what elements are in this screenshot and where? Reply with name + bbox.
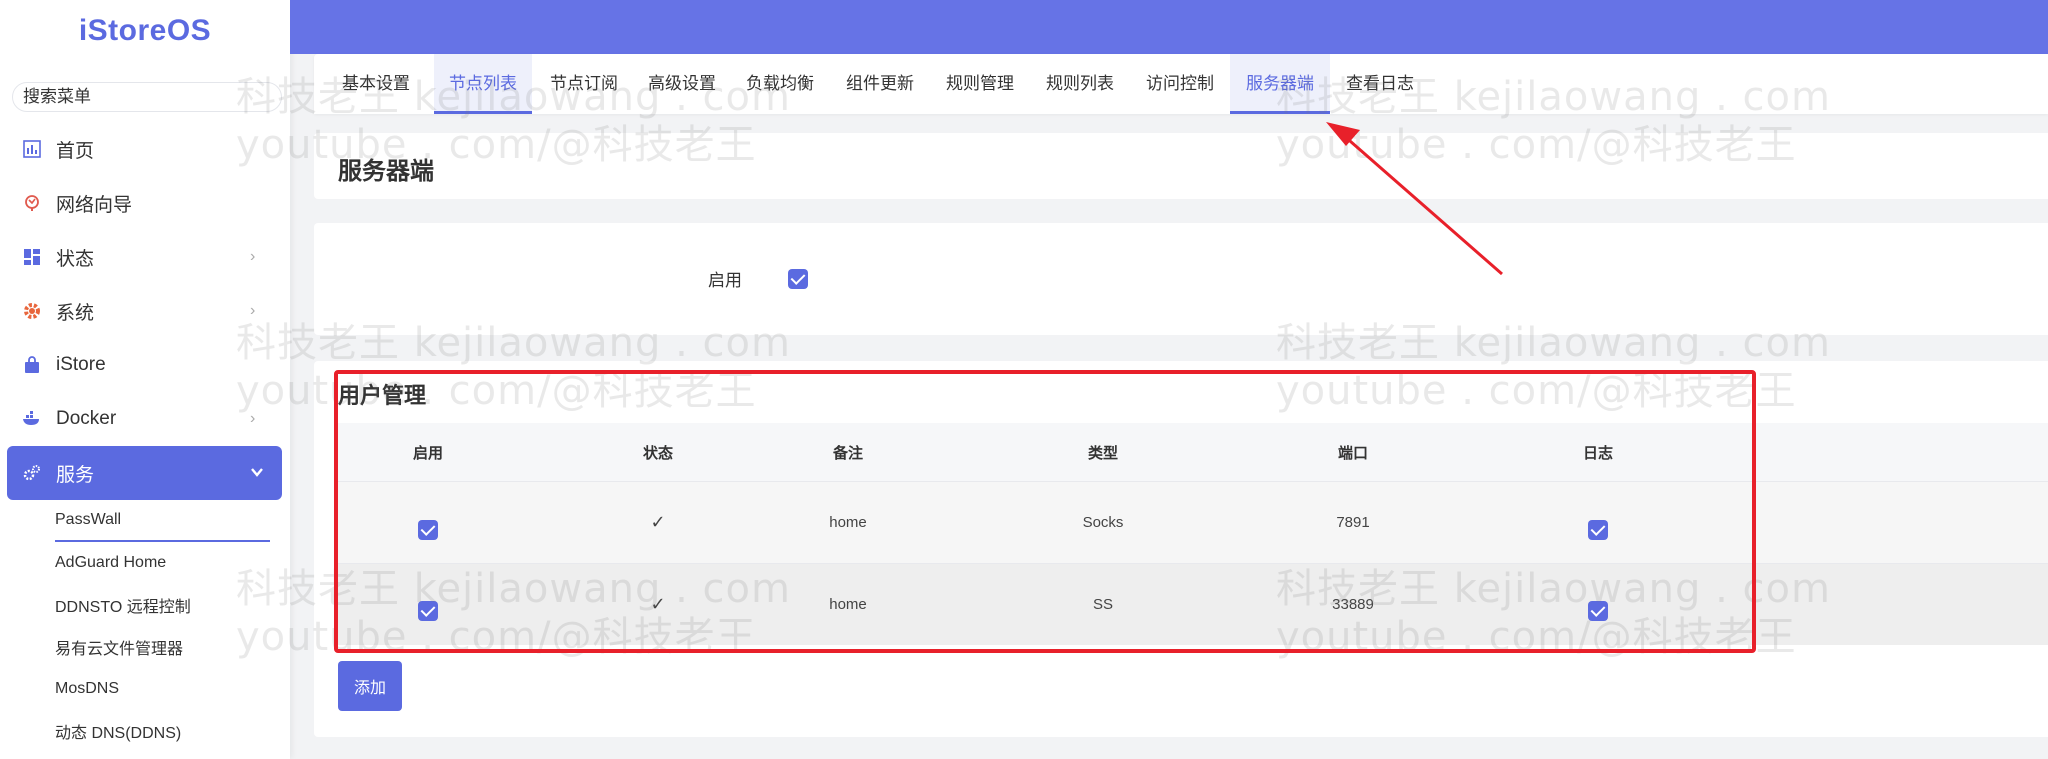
sidebar-item-home[interactable]: 首页 (0, 122, 290, 176)
submenu-item-ddns[interactable]: 动态 DNS(DDNS) (55, 710, 290, 752)
section-title: 用户管理 (338, 383, 427, 408)
tab-access-control[interactable]: 访问控制 (1138, 54, 1222, 114)
tab-basic-settings[interactable]: 基本设置 (328, 54, 424, 114)
sidebar-item-label: 状态 (56, 248, 95, 270)
row-log-checkbox[interactable] (1588, 519, 1608, 540)
table-header: 启用 状态 备注 类型 端口 日志 (338, 423, 2048, 481)
shopping-bag-icon (22, 355, 42, 375)
search-menu-input[interactable] (12, 82, 282, 112)
chevron-down-icon (250, 465, 266, 481)
tab-node-subscription[interactable]: 节点订阅 (542, 54, 626, 114)
sidebar-item-status[interactable]: 状态 › (0, 230, 290, 284)
dashboard-icon (22, 139, 42, 159)
gears-icon (22, 463, 42, 483)
sidebar-item-label: 服务 (56, 464, 95, 486)
sidebar-nav: 首页 网络向导 状态 › 系统 › iStore Docker › 服务 Pas… (0, 122, 290, 752)
docker-icon (22, 409, 42, 429)
column-header-enabled: 启用 (412, 444, 443, 462)
globe-icon (22, 193, 42, 213)
column-header-remark: 备注 (832, 444, 863, 462)
add-button[interactable]: 添加 (338, 661, 402, 711)
row-enabled-checkbox[interactable] (418, 600, 438, 621)
row-remark: home (829, 514, 867, 531)
sidebar: iStoreOS 首页 网络向导 状态 › 系统 › (0, 0, 290, 759)
submenu-item-ddnsto[interactable]: DDNSTO 远程控制 (55, 584, 290, 626)
tab-rule-management[interactable]: 规则管理 (938, 54, 1022, 114)
submenu-item-passwall[interactable]: PassWall (55, 500, 270, 542)
sidebar-item-system[interactable]: 系统 › (0, 284, 290, 338)
gear-icon (22, 301, 42, 321)
sidebar-item-label: 首页 (56, 140, 95, 162)
logo[interactable]: iStoreOS (0, 0, 290, 62)
sidebar-item-istore[interactable]: iStore (0, 338, 290, 392)
chevron-right-icon: › (250, 410, 256, 427)
tab-advanced-settings[interactable]: 高级设置 (640, 54, 724, 114)
submenu-item-file-manager[interactable]: 易有云文件管理器 (55, 626, 290, 668)
tab-view-logs[interactable]: 查看日志 (1338, 54, 1422, 114)
tab-rule-list[interactable]: 规则列表 (1038, 54, 1122, 114)
sidebar-item-services[interactable]: 服务 (7, 446, 282, 500)
chevron-right-icon: › (250, 248, 256, 265)
enable-label: 启用 (708, 271, 742, 290)
user-table: 启用 状态 备注 类型 端口 日志 ✓ home Socks 7891 ✓ ho… (338, 423, 2048, 645)
tab-node-list[interactable]: 节点列表 (434, 54, 532, 114)
row-remark: home (829, 596, 867, 613)
table-row: ✓ home SS 33889 (338, 563, 2048, 645)
row-port: 7891 (1336, 514, 1370, 531)
row-port: 33889 (1332, 596, 1374, 613)
tab-component-update[interactable]: 组件更新 (838, 54, 922, 114)
tab-server-side[interactable]: 服务器端 (1230, 54, 1330, 114)
services-submenu: PassWall AdGuard Home DDNSTO 远程控制 易有云文件管… (0, 500, 290, 752)
table-row: ✓ home Socks 7891 (338, 481, 2048, 563)
enable-card: 启用 (314, 223, 2048, 335)
submenu-item-adguard-home[interactable]: AdGuard Home (55, 542, 290, 584)
submenu-item-mosdns[interactable]: MosDNS (55, 668, 290, 710)
row-type: SS (1092, 596, 1113, 613)
sidebar-item-label: 系统 (56, 302, 95, 324)
grid-icon (22, 247, 42, 267)
column-header-port: 端口 (1337, 444, 1368, 462)
chevron-right-icon: › (250, 302, 256, 319)
row-type: Socks (1082, 514, 1124, 531)
top-bar (290, 0, 2048, 54)
tab-bar: 基本设置 节点列表 节点订阅 高级设置 负载均衡 组件更新 规则管理 规则列表 … (314, 54, 2048, 114)
sidebar-item-label: 网络向导 (56, 194, 133, 216)
page-title: 服务器端 (338, 158, 434, 185)
page-title-card: 服务器端 (314, 133, 2048, 199)
row-enabled-checkbox[interactable] (418, 519, 438, 540)
sidebar-item-network-wizard[interactable]: 网络向导 (0, 176, 290, 230)
row-log-checkbox[interactable] (1588, 600, 1608, 621)
user-management-card: 用户管理 启用 状态 备注 类型 端口 日志 ✓ home Socks 7891… (314, 361, 2048, 737)
enable-checkbox[interactable] (788, 269, 808, 289)
sidebar-item-docker[interactable]: Docker › (0, 392, 290, 446)
tab-load-balancing[interactable]: 负载均衡 (738, 54, 822, 114)
column-header-type: 类型 (1087, 444, 1118, 462)
sidebar-item-label: Docker (56, 408, 117, 429)
sidebar-item-label: iStore (56, 354, 106, 375)
column-header-log: 日志 (1582, 444, 1613, 462)
